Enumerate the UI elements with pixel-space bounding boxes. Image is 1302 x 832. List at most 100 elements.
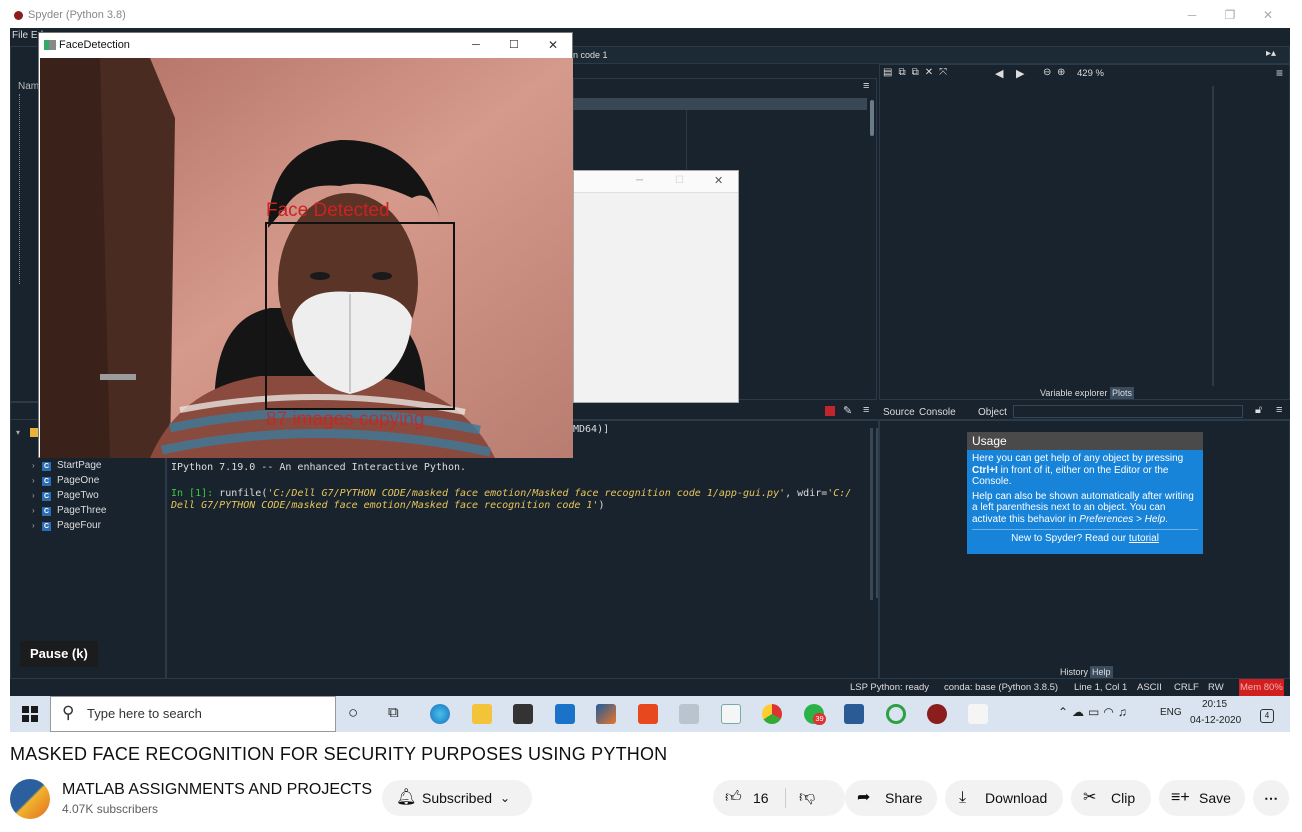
help-scrollbar[interactable]	[876, 428, 878, 598]
zoom-out-icon[interactable]: ⊖	[1043, 67, 1051, 78]
browse-tabs-icon[interactable]: ▸▴	[1266, 48, 1276, 59]
status-position: Line 1, Col 1	[1074, 682, 1128, 693]
tree-header: Nam	[18, 81, 40, 92]
stop-icon[interactable]	[825, 406, 835, 416]
tab-help[interactable]: Help	[1090, 666, 1113, 678]
class-icon: C	[42, 492, 51, 501]
edge-icon[interactable]	[430, 704, 450, 724]
clear-console-icon[interactable]: ✎	[843, 404, 852, 417]
clock-time[interactable]: 20:15	[1202, 699, 1227, 710]
lock-icon[interactable]: 🔓︎	[1255, 404, 1262, 417]
prev-plot-icon[interactable]: ◀	[995, 67, 1003, 80]
outline-item[interactable]: › C PageOne	[32, 473, 99, 488]
task-view-icon[interactable]: ⧉	[388, 704, 399, 721]
next-plot-icon[interactable]: ▶	[1016, 67, 1024, 80]
windows-taskbar: Type here to search ⚲ ○ ⧉ 39 ⌃☁▭◠♫ ENG 2…	[10, 696, 1290, 732]
subscriber-count: 4.07K subscribers	[62, 802, 159, 816]
editor-tab[interactable]: n code 1	[573, 50, 608, 60]
face-minimize-icon[interactable]: ─	[472, 33, 480, 58]
file-explorer-pane	[10, 46, 40, 402]
channel-name[interactable]: MATLAB ASSIGNMENTS AND PROJECTS	[62, 781, 372, 799]
system-tray-icons[interactable]: ⌃☁▭◠♫	[1058, 705, 1131, 719]
language-indicator[interactable]: ENG	[1160, 707, 1182, 718]
blank-app-icon[interactable]	[968, 704, 988, 724]
more-actions-icon[interactable]: ⋯	[1253, 780, 1289, 816]
chrome-icon[interactable]	[762, 704, 782, 724]
clip-button[interactable]: ✂ Clip	[1071, 780, 1151, 816]
outline-expand-icon[interactable]: ▾	[16, 428, 20, 437]
webcam-frame-image	[40, 58, 573, 458]
editor-scrollbar[interactable]	[870, 100, 874, 136]
plots-options-icon[interactable]: ≡	[1276, 66, 1283, 80]
tutorial-link[interactable]: tutorial	[1129, 533, 1159, 544]
taskbar-search-input[interactable]: Type here to search	[50, 696, 336, 732]
clock-date[interactable]: 04-12-2020	[1190, 715, 1241, 726]
video-player[interactable]: Spyder (Python 3.8) ─ ❐ ✕ File Ed Nam n …	[10, 0, 1290, 732]
face-detection-window[interactable]: FaceDetection ─ ☐ ✕ Face Detected 87 ima…	[38, 32, 573, 458]
spyder-window-title: Spyder (Python 3.8)	[28, 9, 126, 21]
like-count[interactable]: 16	[753, 780, 769, 816]
photos-icon[interactable]	[679, 704, 699, 724]
spyder-titlebar: Spyder (Python 3.8) ─ ❐ ✕	[10, 0, 1290, 30]
ipython-console-pane[interactable]	[166, 420, 879, 679]
face-window-titlebar: FaceDetection ─ ☐ ✕	[39, 33, 572, 58]
status-mode: RW	[1208, 682, 1224, 693]
restore-icon[interactable]: ❐	[1212, 0, 1248, 30]
app-icon-taskbar[interactable]	[844, 704, 864, 724]
secondary-close-icon[interactable]: ✕	[714, 174, 723, 187]
left-eye	[310, 272, 330, 280]
zoom-level: 429 %	[1077, 68, 1104, 79]
right-eye	[372, 272, 392, 280]
console-scrollbar[interactable]	[870, 428, 873, 600]
windows-start-icon[interactable]	[22, 706, 38, 722]
status-encoding: ASCII	[1137, 682, 1162, 693]
status-conda: conda: base (Python 3.8.5)	[944, 682, 1059, 693]
subscribed-button[interactable]: 🔔︎ Subscribed ⌄	[382, 780, 532, 816]
download-button[interactable]: ⤓ Download	[945, 780, 1063, 816]
secondary-minimize-icon[interactable]: ─	[636, 175, 643, 186]
face-maximize-icon[interactable]: ☐	[509, 33, 519, 58]
spyder-taskbar-icon[interactable]	[927, 704, 947, 724]
like-icon[interactable]: 👍︎	[725, 780, 742, 816]
console-options-icon[interactable]: ≡	[863, 404, 869, 416]
minimize-icon[interactable]: ─	[1174, 0, 1210, 30]
dislike-icon[interactable]: 👎︎	[799, 780, 815, 816]
tab-plots[interactable]: Plots	[1110, 387, 1135, 399]
spyder-logo-icon	[14, 11, 23, 20]
matlab-icon[interactable]	[596, 704, 616, 724]
help-source-label: Source	[883, 407, 915, 418]
tab-history[interactable]: History	[1060, 667, 1088, 677]
notepad-icon[interactable]	[721, 704, 741, 724]
outline-item[interactable]: › C PageTwo	[32, 488, 99, 503]
outline-item[interactable]: › C PageThree	[32, 503, 106, 518]
console-fragment: MD64)]	[573, 424, 610, 435]
close-icon[interactable]: ✕	[1250, 0, 1286, 30]
office-icon[interactable]	[638, 704, 658, 724]
console-prompt: In [1]:	[171, 487, 214, 499]
outline-item[interactable]: › C PageFour	[32, 518, 101, 533]
like-dislike-group: 👍︎ 16 👎︎	[713, 780, 845, 816]
channel-avatar[interactable]	[10, 779, 50, 819]
help-object-input[interactable]	[1013, 405, 1243, 418]
share-button[interactable]: ➦ Share	[845, 780, 937, 816]
outline-item[interactable]: › C StartPage	[32, 458, 101, 473]
help-console-combo[interactable]: Console	[919, 407, 956, 418]
secondary-window[interactable]: ─ ☐ ✕	[573, 170, 739, 403]
notification-center-icon[interactable]: 4	[1260, 709, 1274, 723]
editor-current-line	[573, 98, 867, 110]
tab-variable-explorer[interactable]: Variable explorer	[1040, 388, 1107, 398]
secondary-maximize-icon[interactable]: ☐	[675, 175, 684, 186]
sync-icon[interactable]	[886, 704, 906, 724]
tree-guides	[19, 94, 20, 284]
store-icon[interactable]	[513, 704, 533, 724]
face-close-icon[interactable]: ✕	[548, 33, 558, 58]
cortana-icon[interactable]: ○	[348, 703, 358, 723]
file-explorer-icon[interactable]	[472, 704, 492, 724]
plots-toolbar-icons[interactable]: ▤⧉⧉✕⤧	[883, 67, 953, 78]
door-handle	[100, 374, 136, 380]
mail-icon[interactable]	[555, 704, 575, 724]
save-button[interactable]: ≡+ Save	[1159, 780, 1245, 816]
editor-options-icon[interactable]: ≡	[863, 80, 869, 92]
help-options-icon[interactable]: ≡	[1276, 404, 1282, 416]
zoom-in-icon[interactable]: ⊕	[1057, 67, 1065, 78]
